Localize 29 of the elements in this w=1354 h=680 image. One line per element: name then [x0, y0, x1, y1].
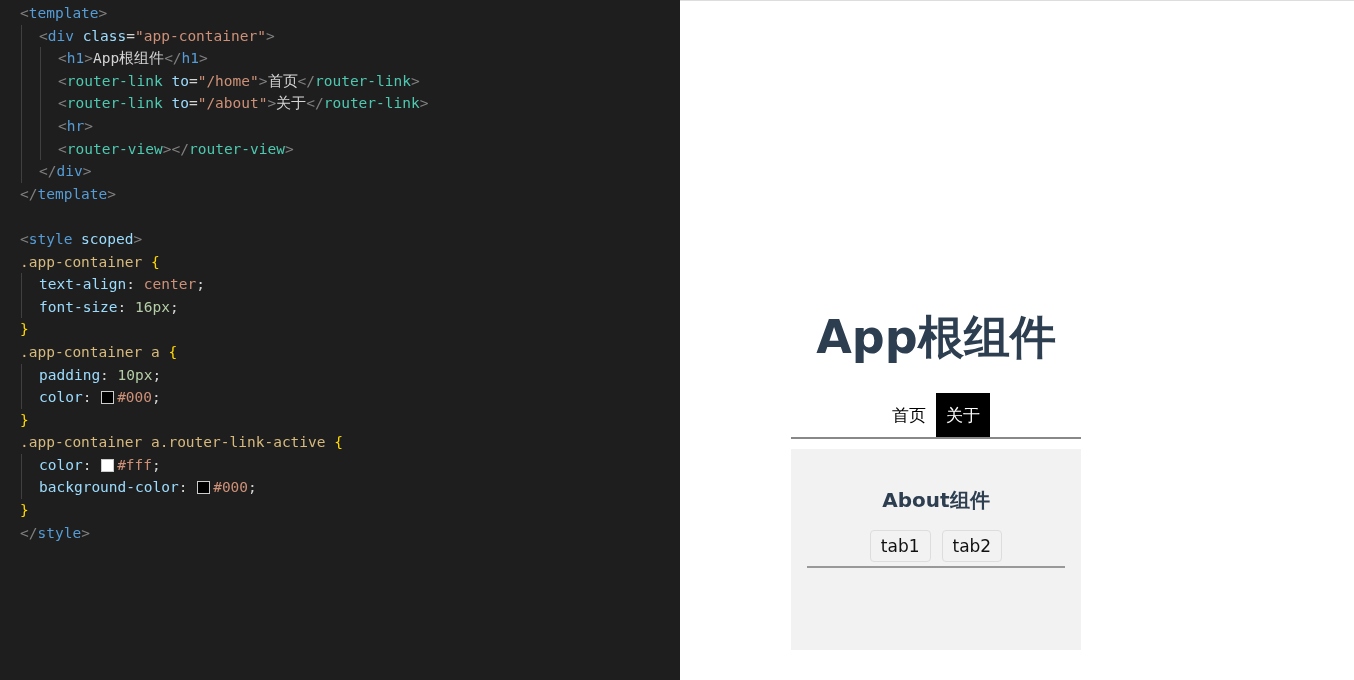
code-line: <template>: [20, 4, 108, 23]
code-line: .app-container a.router-link-active {: [20, 433, 343, 453]
page-title: App根组件: [815, 309, 1057, 366]
code-line: font-size: 16px;: [39, 297, 179, 317]
code-line: </template>: [20, 184, 117, 204]
code-line: }: [20, 410, 29, 430]
code-line: padding: 10px;: [39, 365, 162, 385]
tab-button[interactable]: tab2: [941, 530, 1003, 562]
nav-link[interactable]: 关于: [936, 393, 990, 437]
code-line: }: [20, 501, 29, 521]
code-line: <router-link to="/home">首页</router-link>: [58, 71, 420, 91]
tab-button[interactable]: tab1: [869, 530, 931, 562]
code-line: color: #000;: [39, 388, 161, 408]
code-line: text-align: center;: [39, 275, 205, 295]
code-line: }: [20, 320, 29, 340]
code-line: background-color: #000;: [39, 478, 257, 498]
code-line: .app-container a {: [20, 342, 178, 362]
code-line: </div>: [39, 162, 92, 182]
code-line: color: #fff;: [39, 455, 161, 475]
code-line: <router-view></router-view>: [58, 139, 294, 159]
code-line: </style>: [20, 523, 90, 543]
code-line: .app-container {: [20, 252, 160, 272]
code-line: <div class="app-container">: [39, 26, 275, 46]
nav-link[interactable]: 首页: [882, 393, 936, 437]
section-title: About组件: [881, 487, 991, 514]
code-line: <h1>App根组件</h1>: [58, 49, 208, 69]
code-line: <style scoped>: [20, 229, 143, 249]
code-line: <router-link to="/about">关于</router-link>: [58, 94, 429, 114]
code-line: <hr>: [58, 116, 93, 136]
